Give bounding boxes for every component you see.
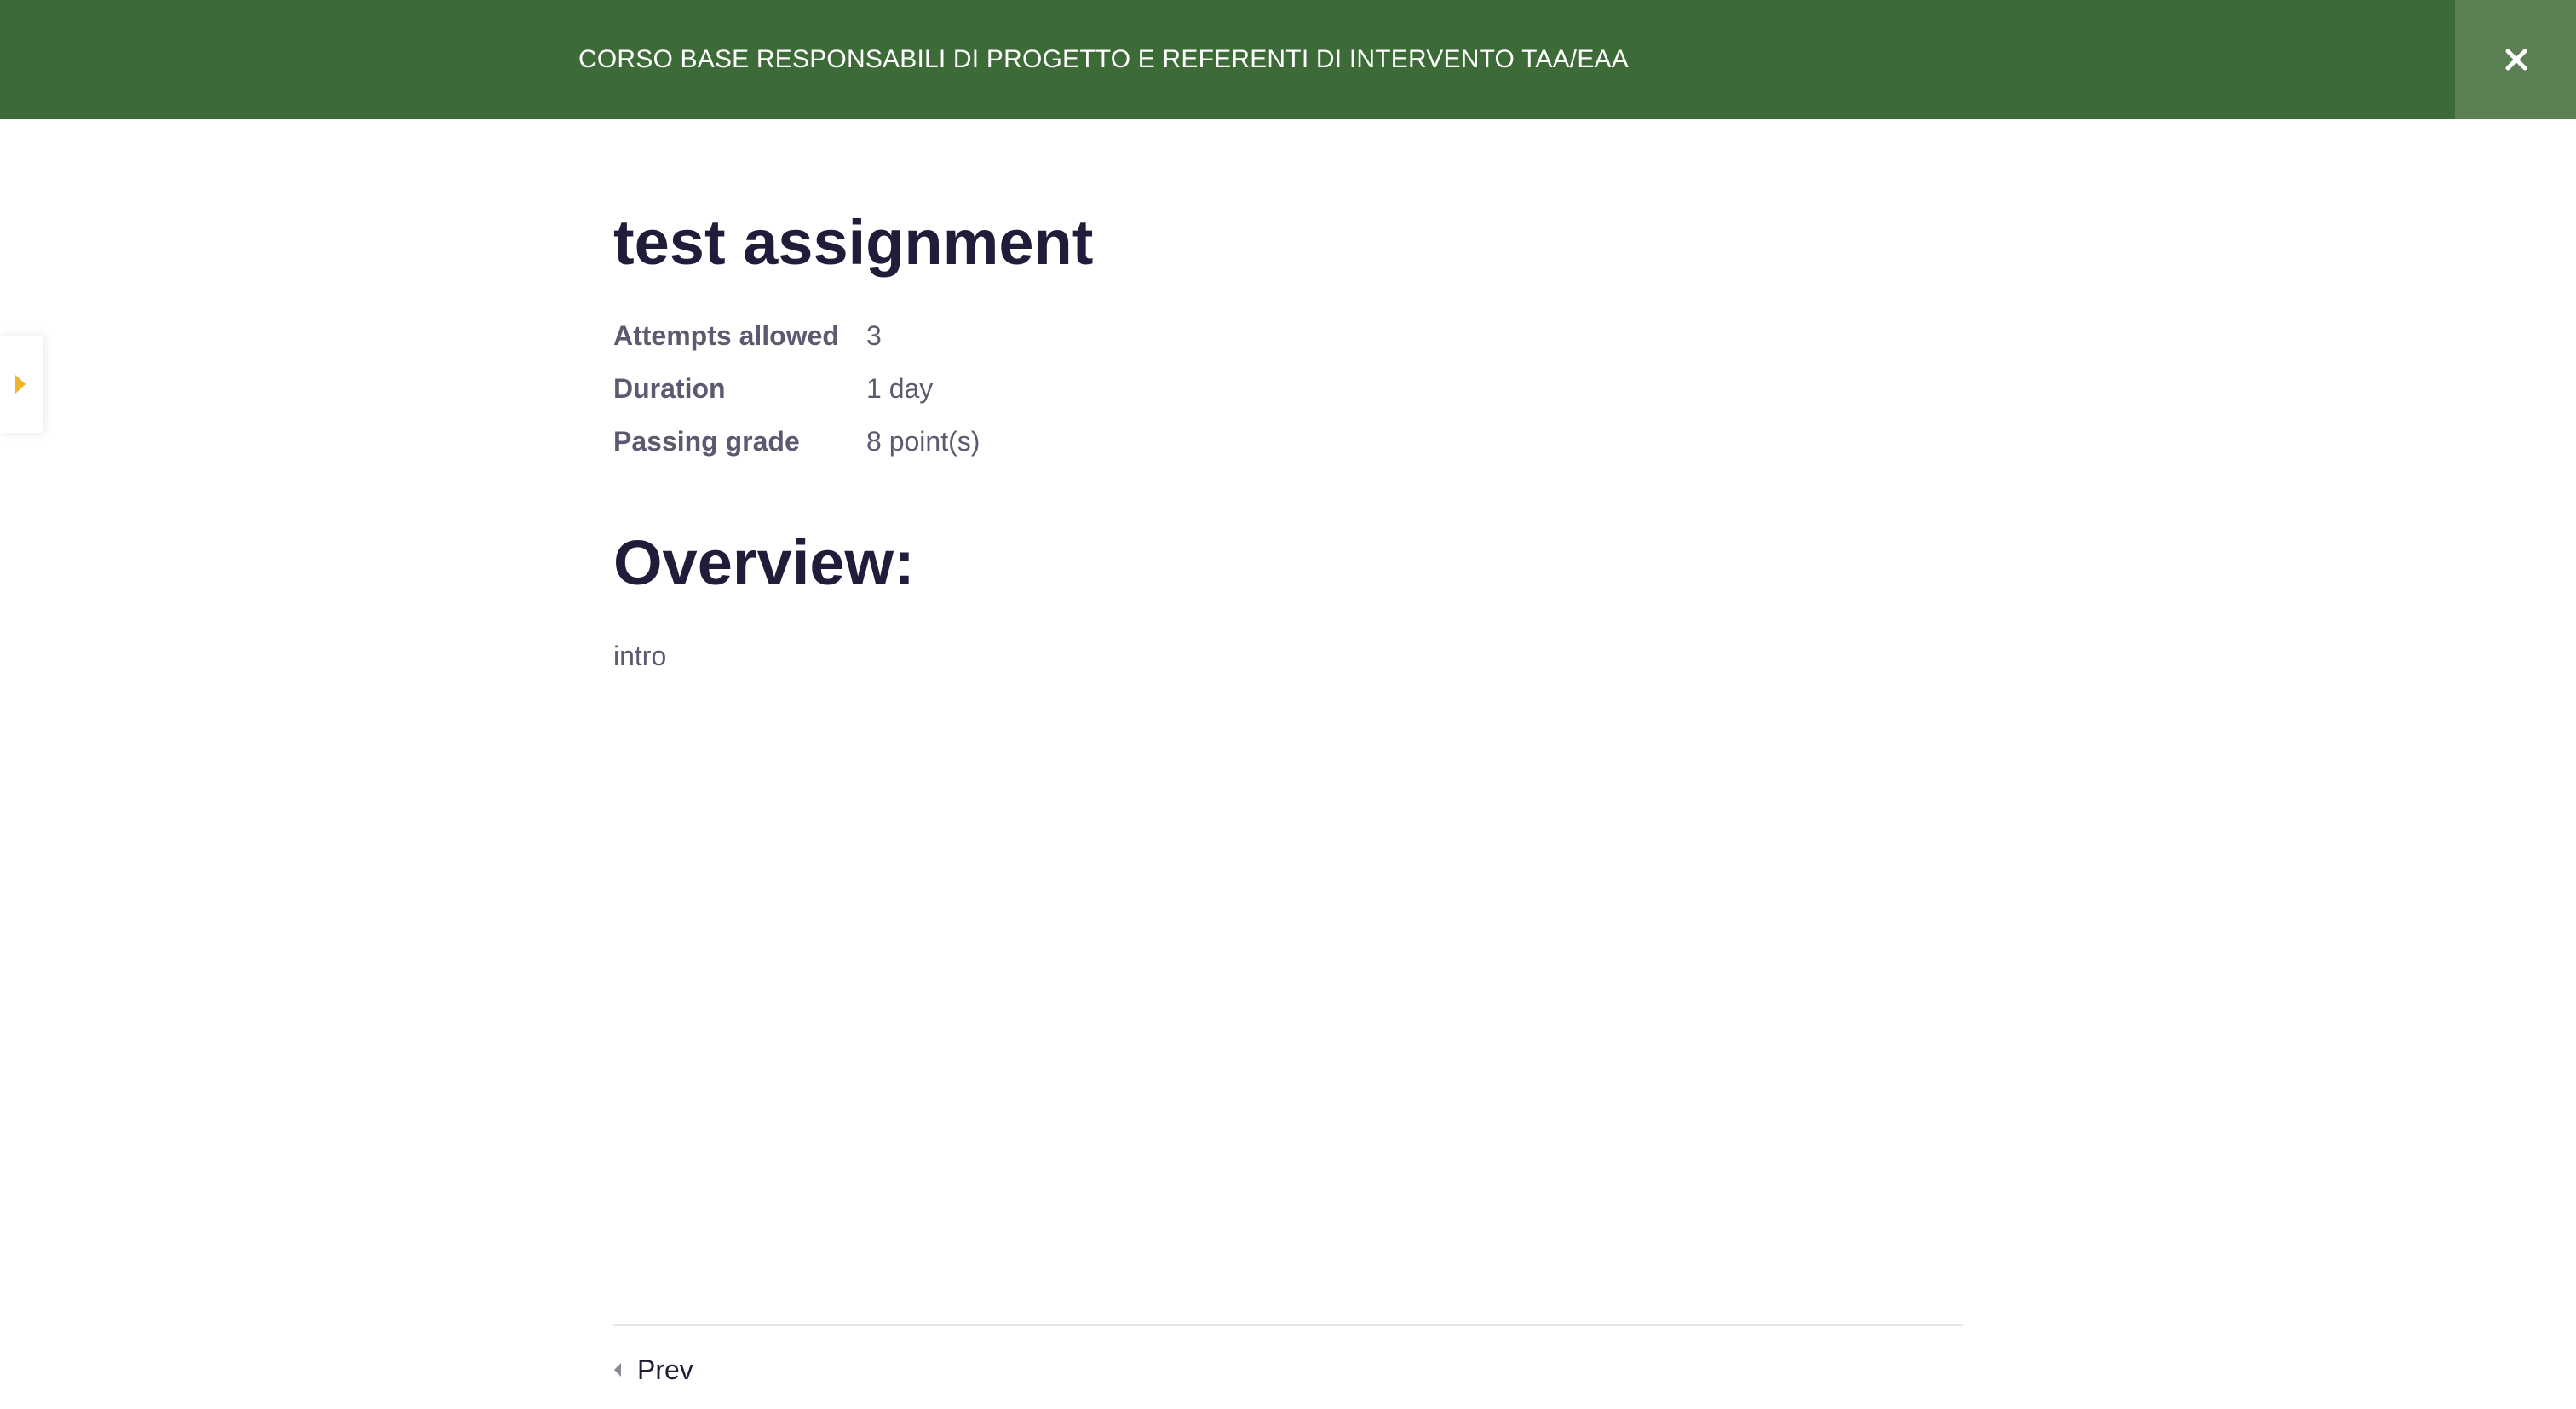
meta-value: 1 day (866, 373, 934, 404)
course-title: CORSO BASE RESPONSABILI DI PROGETTO E RE… (578, 45, 1629, 73)
meta-label: Attempts allowed (613, 320, 839, 351)
meta-label: Passing grade (613, 426, 800, 457)
overview-heading: Overview: (613, 527, 915, 598)
meta-value: 3 (866, 320, 882, 351)
course-header: CORSO BASE RESPONSABILI DI PROGETTO E RE… (0, 0, 2576, 119)
prev-button[interactable]: Prev (613, 1349, 693, 1390)
meta-value: 8 point(s) (866, 426, 980, 457)
caret-right-icon (15, 375, 26, 394)
close-button[interactable] (2455, 0, 2576, 119)
close-icon (2505, 49, 2527, 71)
overview-text: intro (613, 641, 667, 671)
caret-left-icon (614, 1363, 621, 1377)
prev-label: Prev (637, 1354, 693, 1385)
meta-label: Duration (613, 373, 726, 404)
footer-divider (613, 1324, 1963, 1326)
sidebar-toggle-button[interactable] (0, 336, 43, 433)
page-title: test assignment (613, 207, 1094, 278)
